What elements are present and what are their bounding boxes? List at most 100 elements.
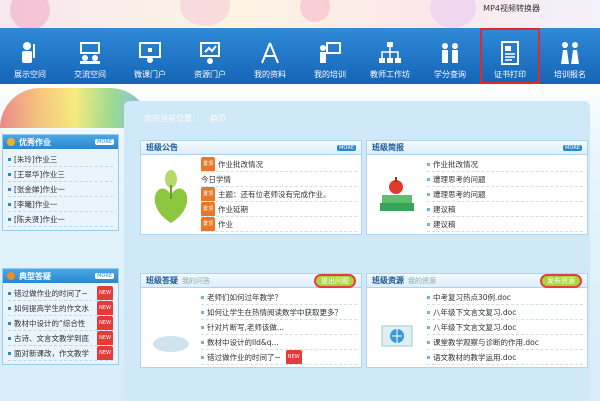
qa-illustration [141, 288, 201, 367]
nav-item-workshop[interactable]: 教师工作坊 [360, 28, 420, 84]
list-item[interactable]: 课堂教学观察与诊断的作用.doc [427, 335, 583, 350]
bullet-icon [8, 202, 11, 206]
list-item[interactable]: 建议稿 [427, 217, 583, 232]
training-icon [320, 42, 341, 63]
list-item[interactable]: 八年级下文言文复习.doc [427, 305, 583, 320]
list-item[interactable]: 中考复习热点30例.doc [427, 290, 583, 305]
bullet-icon [8, 217, 11, 221]
org-chart-icon [379, 42, 401, 63]
list-item[interactable]: 今日学情 [201, 172, 357, 187]
bullet-icon [8, 306, 11, 310]
nav-label: 我的培训 [314, 70, 346, 79]
nav-item-credit-query[interactable]: 学分查询 [420, 28, 480, 84]
new-badge: NEW [97, 331, 113, 345]
nav-item-exchange[interactable]: 交流空间 [60, 28, 120, 84]
class-qa-card: 班级答疑 我的问答 提出问题 老师们如何过年教学？ 如何让学生在热情阅读数学中获… [140, 273, 362, 368]
my-qa-link[interactable]: 我的问答 [182, 276, 210, 286]
more-link[interactable]: MORE [95, 139, 114, 145]
list-item[interactable]: 八年级下文言文复习.doc [427, 320, 583, 335]
list-item[interactable]: 错过做作业的时间了~ NEW [8, 286, 113, 301]
list-item[interactable]: 老师们如何过年教学？ [201, 290, 357, 305]
class-resource-title: 班级资源 [372, 276, 404, 285]
resource-illustration [367, 288, 427, 367]
pin-badge: 置顶 [201, 187, 216, 201]
plant-icon [154, 169, 188, 223]
list-item[interactable]: [陈夫贤]作业一 [8, 212, 113, 227]
nav-label: 交流空间 [74, 70, 106, 79]
list-item[interactable]: 置顶 作业延期 [201, 202, 357, 217]
location-value[interactable]: 首页 [210, 113, 226, 124]
list-item[interactable]: 置顶 作业批改情况 [201, 157, 357, 172]
bullet-icon [427, 355, 430, 359]
nav-item-my-materials[interactable]: 我的资料 [240, 28, 300, 84]
bullet-icon [8, 157, 11, 161]
nav-label: 我的资料 [254, 70, 286, 79]
typical-qa-title: 典型答疑 [19, 271, 51, 281]
bullet-icon [201, 295, 204, 299]
bullet-icon [427, 162, 430, 166]
bullet-icon [427, 340, 430, 344]
ask-question-button[interactable]: 提出问题 [314, 273, 356, 288]
bullet-icon [8, 321, 11, 325]
list-item[interactable]: 错过做作业的时间了~ NEW [201, 350, 357, 365]
bullet-icon [427, 177, 430, 181]
list-item[interactable]: 遭理思考的问题 [427, 187, 583, 202]
list-item[interactable]: 针对片断写,老师该做... [201, 320, 357, 335]
nav-label: 学分查询 [434, 70, 466, 79]
list-item[interactable]: 建议稿 [427, 202, 583, 217]
list-item[interactable]: [王翠华]作业三 [8, 167, 113, 182]
list-item[interactable]: 置顶 作业 [201, 217, 357, 232]
more-link[interactable]: MORE [563, 144, 582, 151]
more-link[interactable]: MORE [337, 144, 356, 151]
bullet-icon [201, 355, 204, 359]
bullet-icon [201, 325, 204, 329]
bullet-icon [427, 192, 430, 196]
new-badge: NEW [97, 286, 113, 300]
excellent-homework-box: 优秀作业 MORE [朱玲]作业三 [王翠华]作业三 [张金娣]作业一 [李曦]… [2, 134, 119, 231]
class-brief-title: 班级简报 [372, 143, 404, 152]
more-link[interactable]: MORE [95, 273, 114, 279]
bullet-icon [427, 207, 430, 211]
list-item[interactable]: 置顶 主题：还有位老师没有完成作业。 [201, 187, 357, 202]
pin-badge: 置顶 [201, 217, 216, 231]
my-resource-link[interactable]: 我的资源 [408, 276, 436, 286]
list-item[interactable]: 古诗、文言文教学到底 NEW [8, 331, 113, 346]
class-resource-header: 班级资源 我的资源 发布资源 [367, 273, 587, 288]
new-badge: NEW [97, 346, 113, 360]
bullet-icon [8, 336, 11, 340]
list-item[interactable]: [李曦]作业一 [8, 197, 113, 212]
list-item[interactable]: 作业批改情况 [427, 157, 583, 172]
nav-label: 展示空间 [14, 70, 46, 79]
list-item[interactable]: 面对新课改，作文教学 NEW [8, 346, 113, 361]
plant-illustration [141, 155, 201, 234]
list-item[interactable]: [张金娣]作业一 [8, 182, 113, 197]
nav-item-my-training[interactable]: 我的培训 [300, 28, 360, 84]
list-item[interactable]: 遭理思考的问题 [427, 172, 583, 187]
medal-icon [7, 138, 15, 146]
list-item[interactable]: 教材中设计的“综合性 NEW [8, 316, 113, 331]
bullet-icon [8, 172, 11, 176]
class-notice-header: 班级公告 MORE [141, 141, 361, 155]
typical-qa-box: 典型答疑 MORE 错过做作业的时间了~ NEW 如何提高学生的作文水 NEW 教材… [2, 268, 119, 365]
typical-qa-header: 典型答疑 MORE [3, 269, 118, 283]
list-item[interactable]: [朱玲]作业三 [8, 152, 113, 167]
class-brief-card: 班级简报 MORE 作业批改情况 遭理思考的问题 遭理思考的问题 建议稿 建议稿 [366, 140, 588, 235]
bullet-icon [201, 340, 204, 344]
publish-resource-button[interactable]: 发布资源 [540, 273, 582, 288]
nav-item-resources[interactable]: 资源门户 [180, 28, 240, 84]
nav-item-certificate-print[interactable]: 证书打印 [480, 28, 540, 84]
list-item[interactable]: 语文教材的教学运用.doc [427, 350, 583, 365]
location-label: 您的当前位置： [144, 113, 200, 123]
mp4-converter-label[interactable]: MP4视频转换器 [483, 3, 540, 14]
list-item[interactable]: 数材中设计的lld&q... [201, 335, 357, 350]
list-item[interactable]: 如何让学生在热情阅读数学中获取更多？ [201, 305, 357, 320]
presentation-icon [200, 42, 220, 64]
nav-item-showcase[interactable]: 展示空间 [0, 28, 60, 84]
nav-item-training-signup[interactable]: 培训报名 [540, 28, 600, 84]
list-item[interactable]: 如何提高学生的作文水 NEW [8, 301, 113, 316]
pin-badge: 置顶 [201, 157, 216, 171]
compass-icon [261, 42, 279, 64]
books-illustration [367, 155, 427, 234]
bullet-icon [8, 291, 11, 295]
nav-item-microcourse[interactable]: 微课门户 [120, 28, 180, 84]
